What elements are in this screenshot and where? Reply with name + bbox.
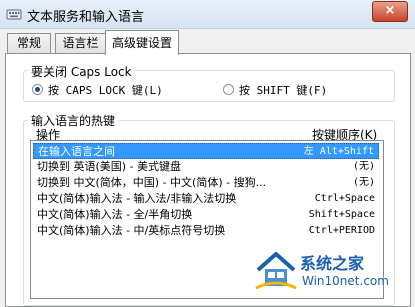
- caps-lock-key-radio[interactable]: [32, 84, 43, 95]
- row-key-sequence: 左 Alt+Shift: [303, 146, 374, 157]
- row-key-sequence: Shift+Space: [308, 209, 375, 220]
- row-key-sequence: (无): [352, 161, 375, 172]
- shift-key-radio[interactable]: [223, 84, 234, 95]
- row-action: 切换到 英语(美国) - 美式键盘: [37, 160, 182, 173]
- tab-general[interactable]: 常规: [7, 33, 51, 54]
- row-action: 中文(简体)输入法 - 输入法/非输入法切换: [37, 192, 237, 205]
- window-title: 文本服务和输入语言: [27, 10, 145, 25]
- list-item[interactable]: 切换到 英语(美国) - 美式键盘 (无): [33, 159, 379, 175]
- row-action: 中文(简体)输入法 - 中/英标点符号切换: [37, 224, 226, 237]
- close-button[interactable]: ×: [372, 1, 408, 22]
- tab-label: 高级键设置: [111, 36, 172, 50]
- row-key-sequence: (无): [352, 177, 375, 188]
- tab-language-bar[interactable]: 语言栏: [55, 33, 106, 54]
- row-key-sequence: Ctrl+PERIOD: [308, 225, 375, 236]
- list-item[interactable]: 在输入语言之间 左 Alt+Shift: [33, 143, 379, 159]
- list-item[interactable]: 中文(简体)输入法 - 全/半角切换 Shift+Space: [33, 207, 379, 223]
- row-action: 在输入语言之间: [38, 145, 115, 158]
- row-action: 切换到 中文(简体，中国) - 中文(简体) - 搜狗...: [37, 176, 267, 189]
- tab-advanced-key-settings[interactable]: 高级键设置: [105, 30, 179, 55]
- list-item[interactable]: 切换到 中文(简体，中国) - 中文(简体) - 搜狗... (无): [33, 175, 379, 191]
- list-item[interactable]: 中文(简体)输入法 - 输入法/非输入法切换 Ctrl+Space: [33, 191, 379, 207]
- shift-key-label[interactable]: 按 SHIFT 键(F): [239, 82, 327, 98]
- tab-label: 语言栏: [62, 36, 99, 50]
- caps-lock-key-label[interactable]: 按 CAPS LOCK 键(L): [48, 82, 163, 98]
- caps-lock-group-title: 要关闭 Caps Lock: [28, 63, 135, 80]
- keyboard-icon: [6, 9, 22, 20]
- close-icon: ×: [384, 3, 396, 18]
- list-item[interactable]: 中文(简体)输入法 - 中/英标点符号切换 Ctrl+PERIOD: [33, 223, 379, 239]
- title-bar: 文本服务和输入语言 ×: [0, 0, 415, 29]
- watermark: 系统之家 Win10net.com: [248, 246, 412, 298]
- row-action: 中文(简体)输入法 - 全/半角切换: [37, 208, 193, 221]
- tab-label: 常规: [16, 36, 41, 50]
- row-key-sequence: Ctrl+Space: [314, 193, 375, 204]
- watermark-text: 系统之家: [300, 254, 365, 273]
- house-logo-icon: [255, 252, 297, 290]
- watermark-subtext: Win10net.com: [302, 274, 389, 288]
